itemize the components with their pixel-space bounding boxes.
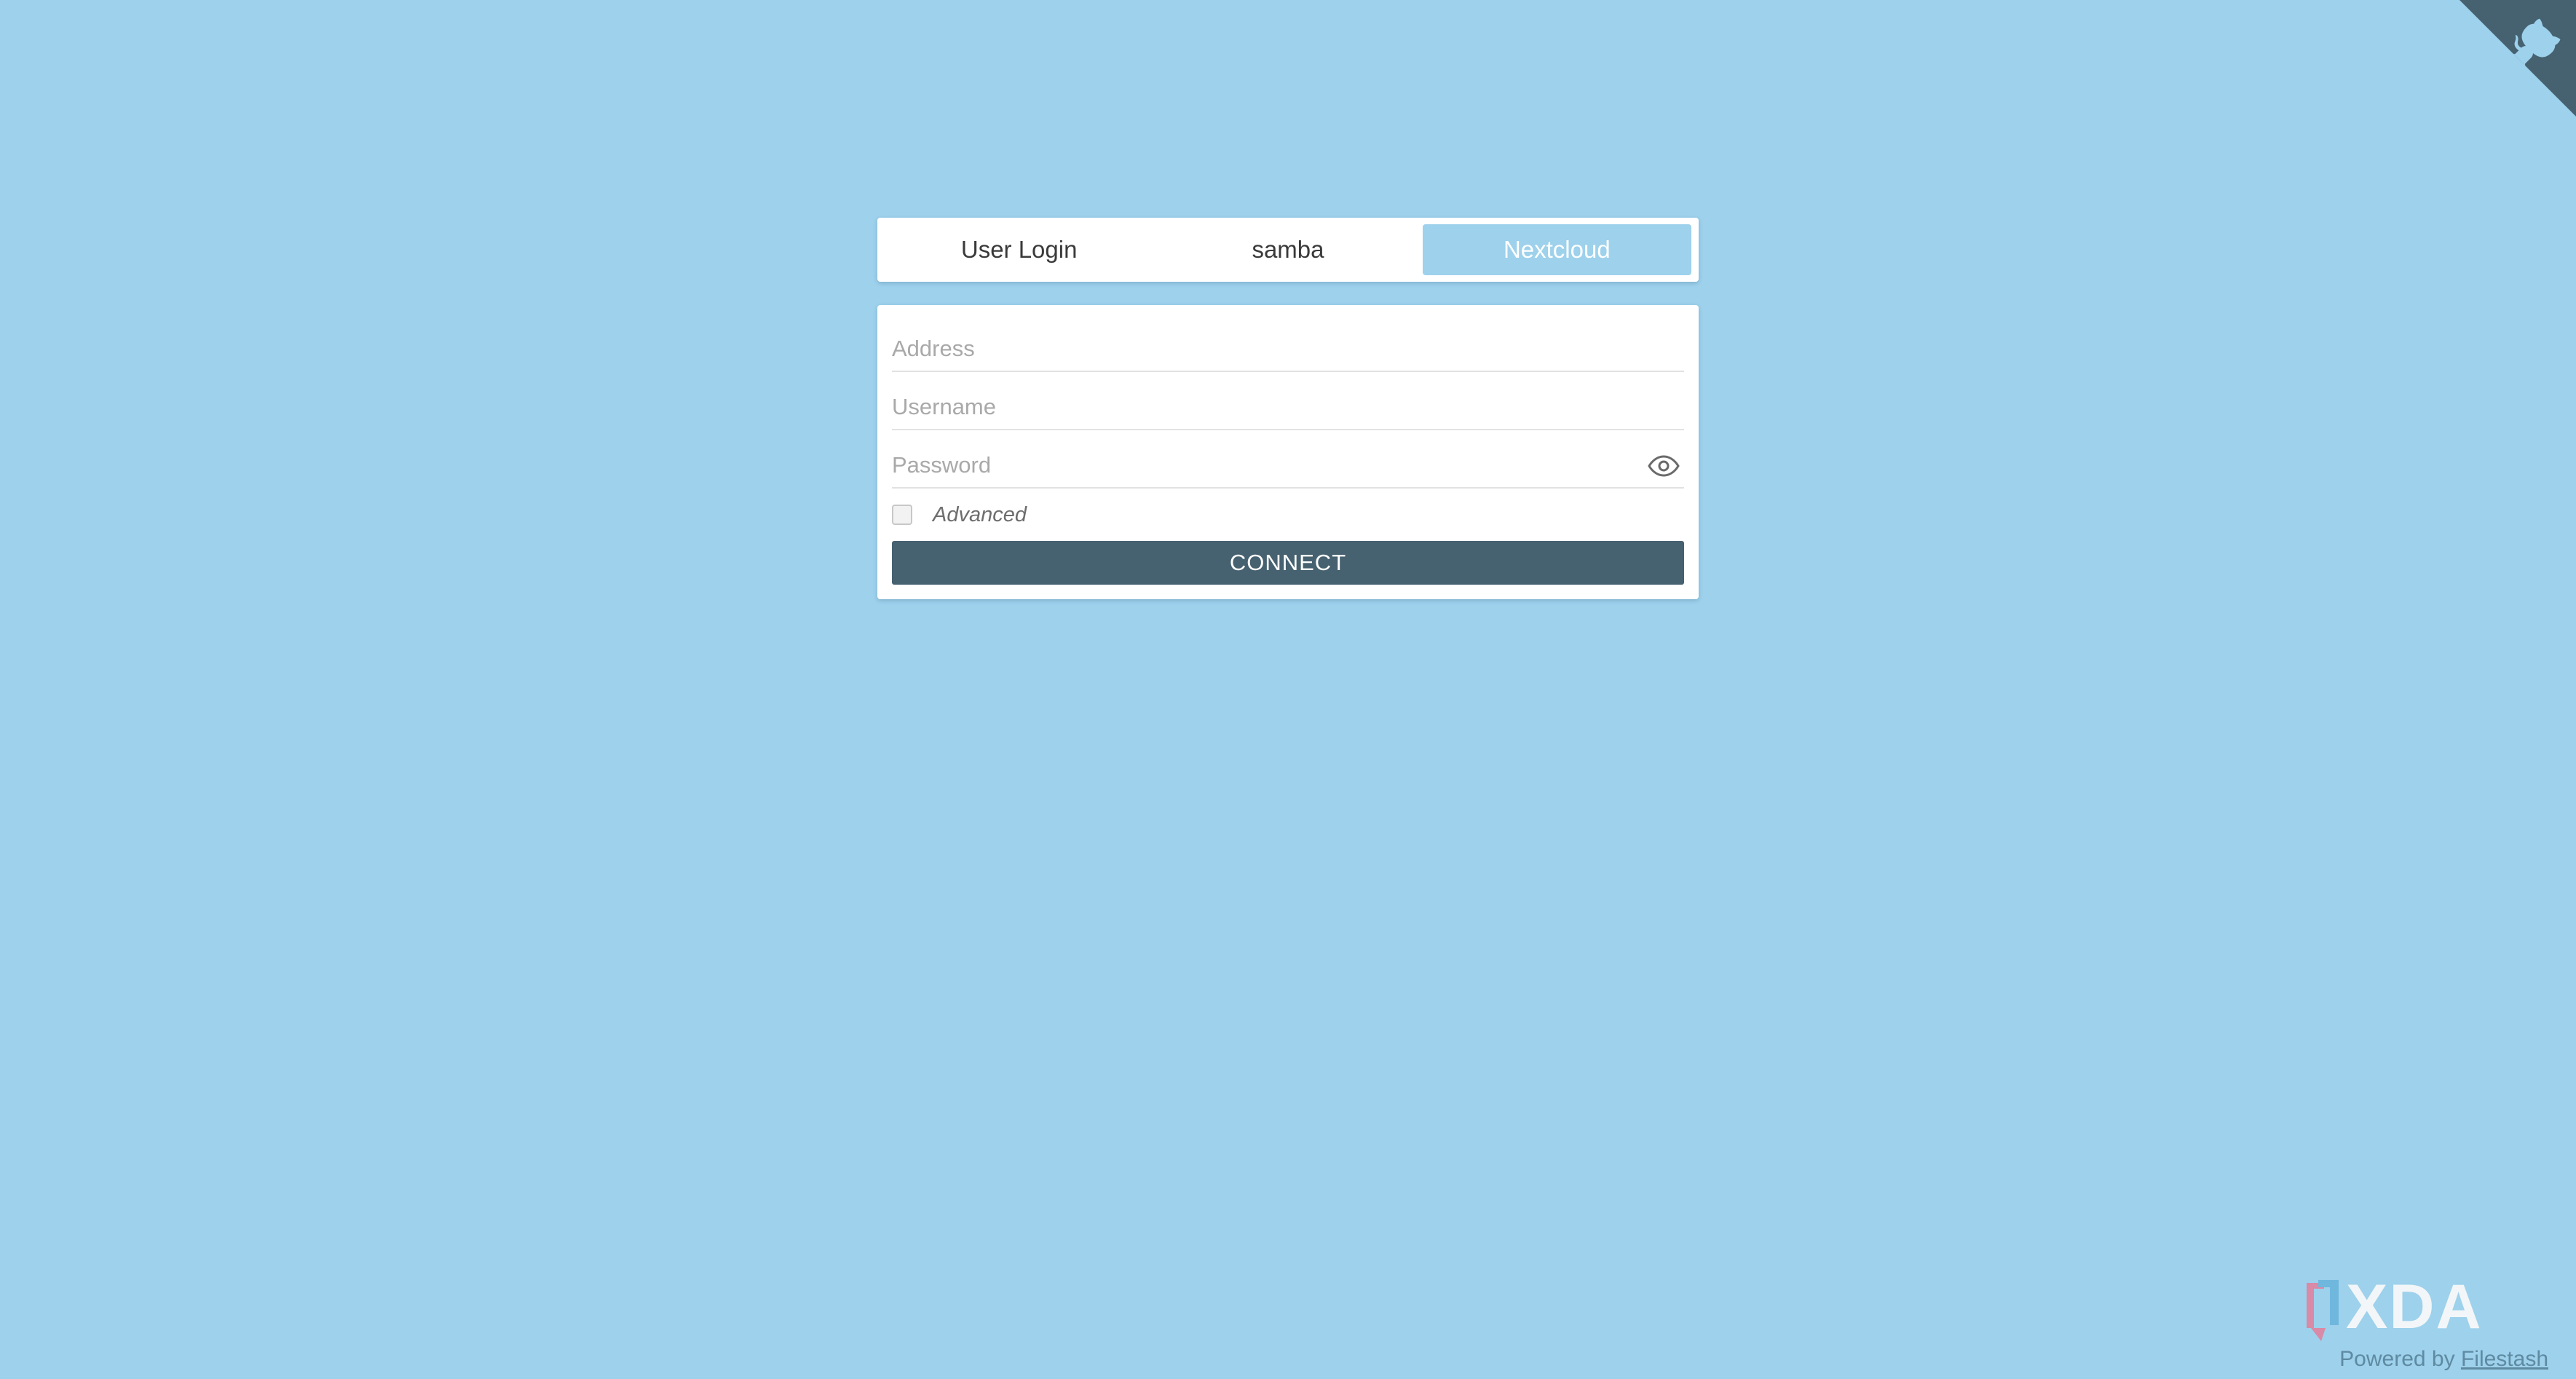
xda-logo-text: XDA	[2346, 1274, 2483, 1342]
advanced-label[interactable]: Advanced	[933, 503, 1027, 527]
tab-nextcloud[interactable]: Nextcloud	[1422, 224, 1691, 275]
tab-label: samba	[1252, 236, 1324, 263]
address-field	[892, 314, 1684, 372]
eye-icon[interactable]	[1648, 455, 1680, 477]
backend-tabs: User Login samba Nextcloud	[877, 218, 1699, 282]
tab-label: User Login	[960, 236, 1078, 263]
username-input[interactable]	[892, 385, 1684, 429]
address-input[interactable]	[892, 327, 1684, 371]
password-field	[892, 430, 1684, 489]
filestash-link[interactable]: Filestash	[2461, 1347, 2548, 1371]
advanced-row: Advanced	[892, 489, 1684, 541]
username-field	[892, 372, 1684, 430]
login-form-card: Advanced CONNECT	[877, 305, 1699, 599]
tab-samba[interactable]: samba	[1153, 224, 1422, 275]
powered-by-text: Powered by	[2339, 1347, 2455, 1371]
tab-label: Nextcloud	[1503, 236, 1611, 263]
password-input[interactable]	[892, 443, 1684, 487]
powered-by: Powered by Filestash	[2339, 1347, 2548, 1372]
tab-user-login[interactable]: User Login	[885, 224, 1153, 275]
advanced-checkbox[interactable]	[892, 505, 912, 525]
xda-logo: XDA	[2307, 1274, 2483, 1342]
connect-button[interactable]: CONNECT	[892, 541, 1684, 585]
github-corner-icon[interactable]	[2460, 0, 2576, 116]
